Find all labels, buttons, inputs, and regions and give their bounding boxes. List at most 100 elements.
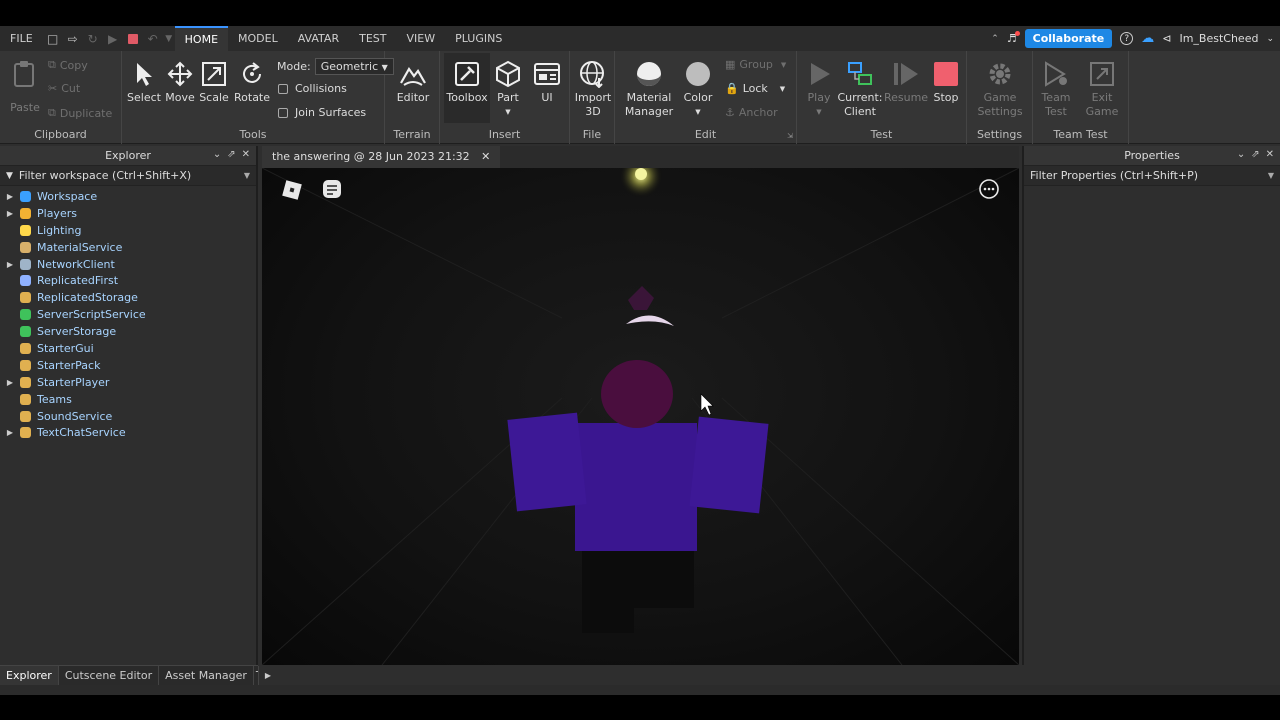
- paste-button[interactable]: Paste: [8, 59, 42, 115]
- menu-home[interactable]: HOME: [174, 26, 229, 51]
- properties-float-icon[interactable]: ⇗: [1251, 149, 1259, 160]
- username-label[interactable]: Im_BestCheed: [1179, 32, 1258, 45]
- explorer-filter[interactable]: ▼ Filter workspace (Ctrl+Shift+X) ▼: [0, 166, 256, 186]
- menu-model[interactable]: MODEL: [228, 26, 288, 51]
- explorer-item[interactable]: ServerStorage: [0, 323, 256, 340]
- game-viewport[interactable]: [262, 168, 1019, 665]
- tab-cutscene-editor[interactable]: Cutscene Editor: [59, 666, 160, 685]
- explorer-item[interactable]: StarterGui: [0, 340, 256, 357]
- color-dropdown-icon[interactable]: ▼: [695, 105, 700, 119]
- undo-icon[interactable]: ↶: [143, 26, 163, 51]
- explorer-item[interactable]: ▶ Workspace: [0, 188, 256, 205]
- mode-dropdown[interactable]: Geometric ▼: [314, 58, 394, 75]
- exit-game-button[interactable]: Exit Game: [1085, 59, 1119, 119]
- panel-menu-icon[interactable]: ⌄: [213, 149, 221, 160]
- play-dropdown-icon[interactable]: ▼: [816, 105, 821, 119]
- expand-arrow-icon[interactable]: ▶: [3, 192, 17, 201]
- explorer-item[interactable]: ▶ StarterPlayer: [0, 374, 256, 391]
- material-manager-button[interactable]: Material Manager: [623, 59, 675, 119]
- chat-bubble-icon[interactable]: [321, 178, 343, 204]
- explorer-item[interactable]: SoundService: [0, 408, 256, 425]
- part-button[interactable]: Part ▼: [493, 59, 523, 119]
- tabs-scroll-right-icon[interactable]: ▶: [259, 666, 277, 685]
- explorer-item[interactable]: StarterPack: [0, 357, 256, 374]
- stop-button[interactable]: Stop: [929, 59, 963, 105]
- quick-access-dropdown-icon[interactable]: ▼: [163, 26, 175, 51]
- game-settings-button[interactable]: Game Settings: [975, 59, 1025, 119]
- scale-button[interactable]: Scale: [198, 59, 230, 105]
- tab-close-icon[interactable]: ✕: [481, 150, 490, 163]
- server-storage-icon: [17, 326, 33, 338]
- properties-filter-input[interactable]: Filter Properties (Ctrl+Shift+P): [1030, 169, 1198, 182]
- anchor-button[interactable]: ⚓ Anchor: [725, 106, 778, 119]
- document-tab[interactable]: the answering @ 28 Jun 2023 21:32 ✕: [262, 146, 501, 168]
- new-file-icon[interactable]: □: [43, 26, 63, 51]
- import-3d-button[interactable]: Import 3D: [574, 59, 612, 119]
- redo-icon[interactable]: ↻: [83, 26, 103, 51]
- menu-plugins[interactable]: PLUGINS: [445, 26, 512, 51]
- notification-bell-icon[interactable]: ♬: [1007, 31, 1020, 45]
- lock-button[interactable]: 🔒 Lock ▼: [725, 82, 785, 95]
- explorer-item[interactable]: ▶ NetworkClient: [0, 256, 256, 273]
- menu-file[interactable]: FILE: [0, 26, 43, 51]
- group-button[interactable]: ▦ Group ▼: [725, 58, 786, 71]
- team-test-button[interactable]: Team Test: [1039, 59, 1073, 119]
- explorer-item[interactable]: Lighting: [0, 222, 256, 239]
- expand-arrow-icon[interactable]: ▶: [3, 378, 17, 387]
- collisions-checkbox[interactable]: [278, 83, 288, 94]
- move-button[interactable]: Move: [164, 59, 196, 105]
- expand-arrow-icon[interactable]: ▶: [3, 209, 17, 218]
- panel-float-icon[interactable]: ⇗: [227, 149, 235, 160]
- resume-button[interactable]: Resume: [884, 59, 928, 105]
- current-client-button[interactable]: Current: Client: [837, 59, 883, 119]
- properties-menu-icon[interactable]: ⌄: [1237, 149, 1245, 160]
- menu-view[interactable]: VIEW: [396, 26, 445, 51]
- join-surfaces-checkbox[interactable]: [278, 107, 288, 118]
- part-dropdown-icon[interactable]: ▼: [505, 105, 510, 119]
- join-surfaces-toggle[interactable]: Join Surfaces: [278, 106, 366, 119]
- cut-button[interactable]: ✂ Cut: [48, 82, 80, 95]
- tab-explorer[interactable]: Explorer: [0, 666, 59, 685]
- expand-arrow-icon[interactable]: ▶: [3, 260, 17, 269]
- help-icon[interactable]: ?: [1120, 32, 1134, 45]
- select-button[interactable]: Select: [127, 59, 161, 105]
- properties-close-icon[interactable]: ✕: [1266, 149, 1274, 160]
- collisions-toggle[interactable]: Collisions: [278, 82, 347, 95]
- explorer-item[interactable]: ▶ Players: [0, 205, 256, 222]
- panel-close-icon[interactable]: ✕: [242, 149, 250, 160]
- explorer-item[interactable]: MaterialService: [0, 239, 256, 256]
- copy-button[interactable]: ⧉ Copy: [48, 58, 88, 72]
- filter-funnel-icon[interactable]: ▼: [6, 171, 13, 181]
- explorer-item[interactable]: Teams: [0, 391, 256, 408]
- properties-filter-dropdown-icon[interactable]: ▼: [1268, 171, 1274, 180]
- explorer-filter-input[interactable]: Filter workspace (Ctrl+Shift+X): [19, 169, 191, 182]
- edit-expand-icon[interactable]: ⇲: [787, 132, 793, 140]
- quick-stop-icon[interactable]: [123, 26, 143, 51]
- account-dropdown-icon[interactable]: ⌄: [1266, 34, 1274, 44]
- duplicate-button[interactable]: ⧉ Duplicate: [48, 106, 112, 120]
- properties-filter[interactable]: Filter Properties (Ctrl+Shift+P) ▼: [1024, 166, 1280, 186]
- share-icon[interactable]: ⊲: [1162, 32, 1171, 45]
- menu-test[interactable]: TEST: [349, 26, 396, 51]
- collaborate-button[interactable]: Collaborate: [1024, 29, 1113, 48]
- filter-dropdown-icon[interactable]: ▼: [244, 171, 250, 180]
- rotate-button[interactable]: Rotate: [234, 59, 270, 105]
- explorer-item[interactable]: ReplicatedFirst: [0, 272, 256, 289]
- collapse-ribbon-icon[interactable]: ⌃: [991, 34, 999, 44]
- menu-avatar[interactable]: AVATAR: [288, 26, 349, 51]
- tab-asset-manager[interactable]: Asset Manager: [159, 666, 254, 685]
- ui-button[interactable]: UI: [532, 59, 562, 105]
- terrain-editor-button[interactable]: Editor: [395, 59, 431, 105]
- cloud-icon[interactable]: ☁: [1141, 31, 1154, 46]
- open-file-icon[interactable]: ⇨: [63, 26, 83, 51]
- toolbox-button[interactable]: Toolbox: [444, 53, 490, 123]
- explorer-item[interactable]: ReplicatedStorage: [0, 289, 256, 306]
- expand-arrow-icon[interactable]: ▶: [3, 428, 17, 437]
- quick-play-icon[interactable]: ▶: [103, 26, 123, 51]
- color-button[interactable]: Color ▼: [681, 59, 715, 119]
- more-options-icon[interactable]: [978, 178, 1000, 204]
- explorer-item[interactable]: ▶ TextChatService: [0, 424, 256, 441]
- play-button[interactable]: Play ▼: [803, 59, 835, 119]
- explorer-item[interactable]: ServerScriptService: [0, 306, 256, 323]
- roblox-logo-icon[interactable]: [280, 178, 304, 206]
